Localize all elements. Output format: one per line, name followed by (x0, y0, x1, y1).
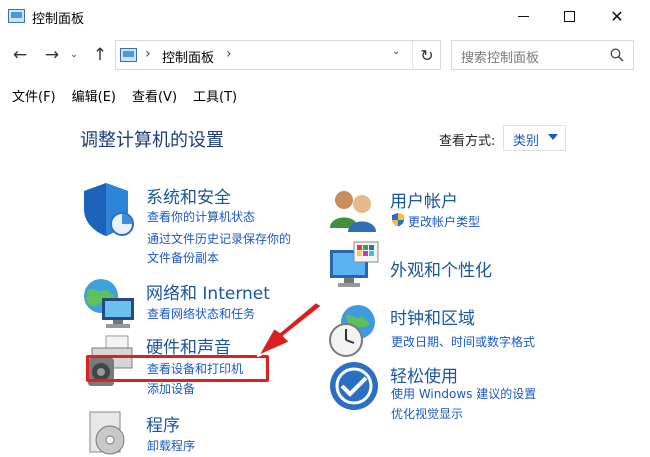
up-button[interactable]: ↑ (88, 42, 112, 68)
close-icon: ✕ (610, 6, 624, 26)
minimize-icon (517, 15, 529, 17)
highlight-box (86, 355, 269, 382)
appearance-monitor-icon (330, 241, 379, 287)
up-arrow-icon: ↑ (92, 45, 108, 65)
window-title: 控制面板 (32, 12, 85, 27)
menu-edit[interactable]: 编辑(E) (72, 82, 116, 106)
minimize-button[interactable] (500, 0, 546, 32)
breadcrumb-separator-icon[interactable]: › (145, 46, 151, 62)
ease-of-access-icon (330, 362, 378, 410)
category-ease-of-access[interactable]: 轻松使用 (390, 362, 458, 387)
category-programs[interactable]: 程序 (146, 411, 180, 436)
search-box[interactable]: 搜索控制面板 (451, 40, 634, 70)
control-panel-icon (8, 9, 25, 23)
menu-bar: 文件(F) 编辑(E) 查看(V) 工具(T) (0, 82, 650, 106)
red-arrow-icon (257, 302, 323, 357)
navigation-bar: ← → ⌄ ↑ › 控制面板 › ⌄ ↻ 搜索控制面板 (0, 34, 650, 78)
link-optimize-visual-display[interactable]: 优化视觉显示 (391, 405, 463, 422)
address-bar[interactable]: › 控制面板 › ⌄ ↻ (115, 40, 441, 70)
uac-shield-icon (392, 213, 404, 227)
search-icon[interactable] (610, 48, 624, 62)
chevron-down-icon (548, 134, 558, 140)
link-file-history[interactable]: 通过文件历史记录保存你的 (147, 230, 291, 247)
view-by-value[interactable]: 类别 (513, 130, 539, 149)
category-appearance-personalization[interactable]: 外观和个性化 (390, 256, 492, 281)
address-history-button[interactable]: ⌄ (392, 46, 400, 57)
chevron-down-icon: ⌄ (70, 50, 78, 60)
link-add-device[interactable]: 添加设备 (147, 380, 195, 397)
link-recommended-settings[interactable]: 使用 Windows 建议的设置 (391, 385, 536, 402)
refresh-icon: ↻ (420, 45, 434, 65)
network-globe-icon (84, 279, 134, 328)
view-by-label: 查看方式: (439, 134, 496, 149)
back-arrow-icon: ← (12, 45, 28, 65)
link-uninstall-program[interactable]: 卸载程序 (147, 437, 195, 454)
control-panel-icon (120, 48, 137, 62)
link-network-status[interactable]: 查看网络状态和任务 (147, 305, 255, 322)
maximize-icon (563, 10, 575, 22)
title-bar: 控制面板 ✕ (0, 0, 650, 34)
forward-button[interactable]: → (40, 42, 64, 68)
clock-globe-icon (329, 305, 375, 357)
back-button[interactable]: ← (8, 42, 32, 68)
menu-view[interactable]: 查看(V) (132, 82, 177, 106)
close-button[interactable]: ✕ (594, 0, 640, 32)
category-system-security[interactable]: 系统和安全 (146, 183, 231, 208)
breadcrumb-control-panel[interactable]: 控制面板 (162, 47, 214, 66)
shield-icon (84, 183, 134, 236)
page-title: 调整计算机的设置 (80, 130, 224, 151)
menu-file[interactable]: 文件(F) (12, 82, 56, 106)
refresh-button[interactable]: ↻ (412, 41, 441, 69)
link-view-computer-status[interactable]: 查看你的计算机状态 (147, 208, 255, 225)
menu-tools[interactable]: 工具(T) (193, 82, 237, 106)
view-by-select[interactable]: 类别 (503, 125, 566, 151)
users-icon (330, 191, 376, 232)
link-change-account-type[interactable]: 更改帐户类型 (408, 213, 480, 230)
search-input[interactable]: 搜索控制面板 (461, 47, 539, 66)
link-file-backup[interactable]: 文件备份副本 (147, 249, 219, 266)
link-change-date-time-format[interactable]: 更改日期、时间或数字格式 (391, 333, 535, 350)
category-network-internet[interactable]: 网络和 Internet (146, 279, 270, 304)
category-clock-region[interactable]: 时钟和区域 (390, 304, 475, 329)
category-user-accounts[interactable]: 用户帐户 (390, 187, 458, 212)
recent-locations-button[interactable]: ⌄ (66, 42, 82, 68)
forward-arrow-icon: → (44, 45, 60, 65)
breadcrumb-separator-icon[interactable]: › (226, 46, 232, 62)
maximize-button[interactable] (546, 0, 592, 32)
programs-disc-icon (89, 411, 125, 455)
